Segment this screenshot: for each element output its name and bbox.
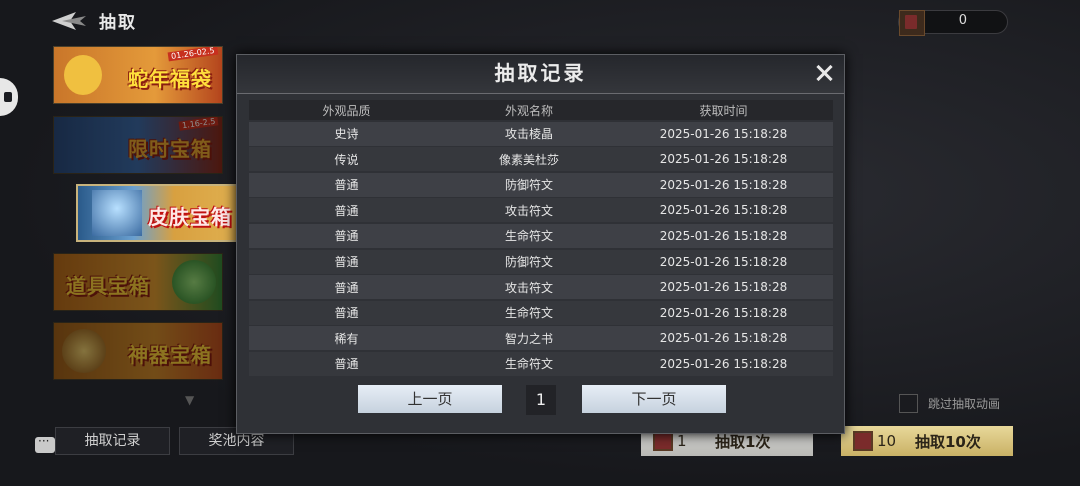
cell-name: 像素美杜莎 xyxy=(498,152,559,167)
cell-time: 2025-01-26 15:18:28 xyxy=(659,126,788,141)
cell-time: 2025-01-26 15:18:28 xyxy=(659,203,788,218)
cell-name: 生命符文 xyxy=(504,306,553,321)
table-row: 普通 攻击符文 2025-01-26 15:18:28 xyxy=(249,275,833,300)
table-row: 史诗 攻击棱晶 2025-01-26 15:18:28 xyxy=(249,121,833,146)
currency-display: 0 xyxy=(898,10,1008,36)
dialog-header: 抽取记录 xyxy=(237,55,844,94)
cell-name: 攻击棱晶 xyxy=(504,127,553,142)
column-header-quality: 外观品质 xyxy=(322,103,371,118)
category-date-badge: 1.16-2.5 xyxy=(178,117,219,131)
next-page-button[interactable]: 下一页 xyxy=(582,385,726,413)
category-skin-chest[interactable]: 皮肤宝箱 xyxy=(76,184,240,242)
book-icon xyxy=(653,431,673,451)
dialog-title: 抽取记录 xyxy=(494,61,587,85)
category-label: 皮肤宝箱 xyxy=(148,205,232,229)
table-row: 普通 攻击符文 2025-01-26 15:18:28 xyxy=(249,198,833,223)
table-row: 普通 生命符文 2025-01-26 15:18:28 xyxy=(249,223,833,248)
cell-time: 2025-01-26 15:18:28 xyxy=(659,228,788,243)
currency-value: 0 xyxy=(958,13,967,28)
book-icon xyxy=(853,431,873,451)
mascot-image xyxy=(64,55,102,95)
cell-quality: 稀有 xyxy=(334,331,359,346)
cell-quality: 传说 xyxy=(334,152,359,167)
skip-animation-checkbox[interactable] xyxy=(899,394,918,413)
cell-name: 生命符文 xyxy=(504,229,553,244)
cell-name: 攻击符文 xyxy=(504,203,553,218)
page-title: 抽取 xyxy=(99,13,137,33)
column-header-name: 外观名称 xyxy=(504,103,553,118)
column-header-time: 获取时间 xyxy=(699,103,748,118)
cell-name: 防御符文 xyxy=(504,255,553,270)
cell-quality: 普通 xyxy=(334,357,359,372)
skip-animation-toggle[interactable]: 跳过抽取动画 xyxy=(899,394,1000,413)
skip-animation-label: 跳过抽取动画 xyxy=(928,397,1001,411)
draw-records-button[interactable]: 抽取记录 xyxy=(55,427,170,455)
category-label: 限时宝箱 xyxy=(128,137,212,161)
category-label: 道具宝箱 xyxy=(66,274,150,298)
character-image xyxy=(92,190,142,236)
chat-icon[interactable] xyxy=(35,434,55,453)
table-row: 普通 生命符文 2025-01-26 15:18:28 xyxy=(249,300,833,325)
chevron-down-icon[interactable]: ▼ xyxy=(185,393,194,407)
previous-page-button[interactable]: 上一页 xyxy=(358,385,502,413)
cell-time: 2025-01-26 15:18:28 xyxy=(659,305,788,320)
gem-image xyxy=(172,260,216,304)
draw-records-dialog: 抽取记录 外观品质 外观名称 获取时间 史诗 攻击棱晶 2025-01-26 15:… xyxy=(236,54,845,434)
cell-quality: 普通 xyxy=(334,229,359,244)
ring-image xyxy=(62,329,106,373)
category-label: 蛇年福袋 xyxy=(128,67,212,91)
category-item-chest[interactable]: 道具宝箱 xyxy=(53,253,223,311)
table-header: 外观品质 外观名称 获取时间 xyxy=(249,100,833,120)
draw-once-cost: 1 xyxy=(677,432,687,450)
category-artifact-chest[interactable]: 神器宝箱 xyxy=(53,322,223,380)
records-table: 外观品质 外观名称 获取时间 史诗 攻击棱晶 2025-01-26 15:18:28… xyxy=(249,100,833,376)
category-date-badge: 01.26-02.5 xyxy=(168,47,219,62)
cell-time: 2025-01-26 15:18:28 xyxy=(659,254,788,269)
draw-ten-label: 抽取10次 xyxy=(915,432,981,451)
cell-time: 2025-01-26 15:18:28 xyxy=(659,152,788,167)
cell-time: 2025-01-26 15:18:28 xyxy=(659,331,788,346)
cell-name: 攻击符文 xyxy=(504,280,553,295)
category-snake-year-bag[interactable]: 01.26-02.5 蛇年福袋 xyxy=(53,46,223,104)
cell-name: 防御符文 xyxy=(504,178,553,193)
back-arrow-icon[interactable] xyxy=(52,10,86,32)
cell-name: 生命符文 xyxy=(504,357,553,372)
book-icon xyxy=(899,10,925,36)
draw-ten-button[interactable]: 10 抽取10次 xyxy=(841,426,1013,456)
cell-name: 智力之书 xyxy=(504,331,553,346)
table-body: 史诗 攻击棱晶 2025-01-26 15:18:28 传说 像素美杜莎 2025-01… xyxy=(249,121,833,376)
table-row: 普通 生命符文 2025-01-26 15:18:28 xyxy=(249,351,833,376)
cell-quality: 普通 xyxy=(334,280,359,295)
cell-quality: 普通 xyxy=(334,203,359,218)
page-number: 1 xyxy=(526,385,556,415)
close-icon[interactable] xyxy=(812,61,836,85)
cell-time: 2025-01-26 15:18:28 xyxy=(659,280,788,295)
table-row: 传说 像素美杜莎 2025-01-26 15:18:28 xyxy=(249,147,833,172)
cell-time: 2025-01-26 15:18:28 xyxy=(659,177,788,192)
cell-quality: 史诗 xyxy=(334,127,359,142)
category-label: 神器宝箱 xyxy=(128,343,212,367)
cell-quality: 普通 xyxy=(334,306,359,321)
draw-ten-cost: 10 xyxy=(877,432,897,450)
cell-quality: 普通 xyxy=(334,178,359,193)
table-row: 普通 防御符文 2025-01-26 15:18:28 xyxy=(249,249,833,274)
category-limited-chest[interactable]: 1.16-2.5 限时宝箱 xyxy=(53,116,223,174)
table-row: 普通 防御符文 2025-01-26 15:18:28 xyxy=(249,172,833,197)
cell-quality: 普通 xyxy=(334,255,359,270)
cell-time: 2025-01-26 15:18:28 xyxy=(659,356,788,371)
table-row: 稀有 智力之书 2025-01-26 15:18:28 xyxy=(249,326,833,351)
